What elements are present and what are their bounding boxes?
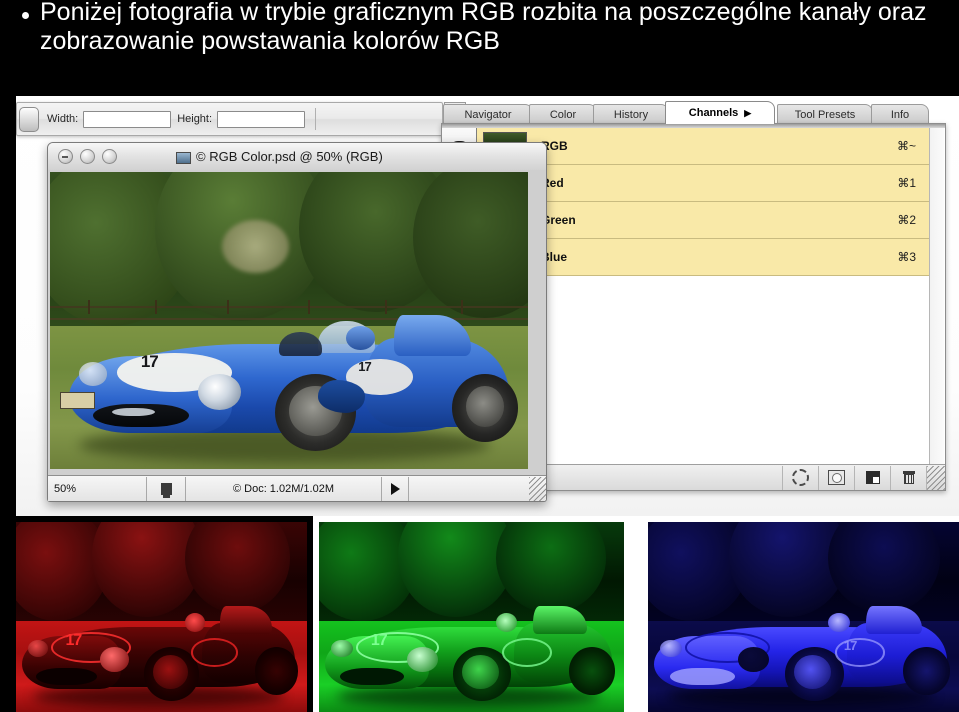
width-label: Width: — [47, 113, 79, 125]
bullet-icon — [22, 12, 29, 19]
play-triangle-icon — [390, 482, 400, 495]
channels-scrollbar[interactable] — [929, 128, 944, 464]
panel-resize-grip[interactable] — [926, 465, 945, 490]
palette-menu-arrow-icon[interactable]: ▶ — [744, 108, 751, 119]
status-spacer — [408, 476, 529, 501]
document-proxy-icon — [176, 152, 191, 164]
channel-shortcut-red: ⌘1 — [897, 176, 916, 190]
options-separator — [315, 108, 317, 130]
tab-info[interactable]: Info — [871, 104, 929, 124]
channel-name-green: Green — [541, 213, 576, 227]
blue-channel-image: 17 — [640, 516, 959, 712]
status-menu-button[interactable] — [381, 476, 408, 501]
photoshop-screenshot: Width: Height: Navigator Color History C… — [0, 96, 959, 712]
channel-shortcut-green: ⌘2 — [897, 213, 916, 227]
height-label: Height: — [177, 113, 213, 125]
window-resize-grip[interactable] — [529, 476, 546, 501]
delete-channel-button[interactable] — [890, 465, 926, 490]
tab-tool-presets[interactable]: Tool Presets — [777, 104, 873, 124]
document-title: © RGB Color.psd @ 50% (RGB) — [196, 149, 383, 164]
channel-name-blue: Blue — [541, 250, 568, 264]
slide-root: Poniżej fotografia w trybie graficznym R… — [0, 0, 959, 712]
window-controls — [58, 149, 117, 164]
save-selection-as-channel-button[interactable] — [818, 465, 854, 490]
tab-history-label: History — [613, 108, 649, 121]
tab-channels[interactable]: Channels ▶ — [665, 101, 775, 124]
tab-channels-label: Channels — [688, 107, 739, 119]
green-channel-image: 17 — [313, 516, 640, 712]
channel-name-rgb: RGB — [541, 139, 568, 153]
marquee-tool-icon[interactable] — [19, 107, 39, 132]
circle-in-square-icon — [828, 470, 845, 485]
page-title: Poniżej fotografia w trybie graficznym R… — [40, 0, 927, 55]
close-button[interactable] — [58, 149, 73, 164]
tab-history[interactable]: History — [593, 104, 669, 124]
dashed-circle-icon — [792, 469, 809, 486]
width-input[interactable] — [83, 110, 172, 128]
create-new-channel-button[interactable] — [854, 465, 890, 490]
tab-color[interactable]: Color — [529, 104, 597, 124]
tab-tool-presets-label: Tool Presets — [794, 108, 856, 121]
tab-info-label: Info — [890, 108, 910, 121]
options-bar: Width: Height: — [16, 102, 443, 136]
tab-navigator-label: Navigator — [464, 108, 512, 121]
document-status-bar: 50% © Doc: 1.02M/1.02M — [48, 475, 546, 501]
document-info: © Doc: 1.02M/1.02M — [232, 482, 335, 495]
channel-name-red: Red — [541, 176, 564, 190]
rgb-photo-composite: 17 17 — [50, 172, 528, 469]
left-edge-mask — [0, 96, 16, 516]
new-page-icon — [865, 471, 880, 484]
palette-tab-bar: Navigator Color History Channels ▶ Tool … — [441, 101, 946, 124]
trash-icon — [902, 471, 915, 484]
zoom-level[interactable]: 50% — [48, 483, 146, 495]
red-channel-image: 17 — [0, 516, 313, 712]
zoom-button[interactable] — [102, 149, 117, 164]
document-title-bar[interactable]: © RGB Color.psd @ 50% (RGB) — [48, 143, 546, 171]
minimize-button[interactable] — [80, 149, 95, 164]
height-input[interactable] — [217, 110, 306, 128]
tab-navigator[interactable]: Navigator — [443, 104, 533, 124]
document-window: © RGB Color.psd @ 50% (RGB) 17 17 50% © … — [47, 142, 547, 502]
slide-title-block: Poniżej fotografia w trybie graficznym R… — [0, 0, 959, 96]
load-channel-as-selection-button[interactable] — [782, 465, 818, 490]
document-canvas[interactable]: 17 17 — [48, 170, 546, 475]
tab-color-label: Color — [549, 108, 577, 121]
channel-shortcut-rgb: ⌘~ — [896, 139, 916, 153]
document-size-icon[interactable] — [146, 476, 186, 501]
channel-shortcut-blue: ⌘3 — [897, 250, 916, 264]
channel-strip: 17 17 17 — [0, 516, 959, 712]
